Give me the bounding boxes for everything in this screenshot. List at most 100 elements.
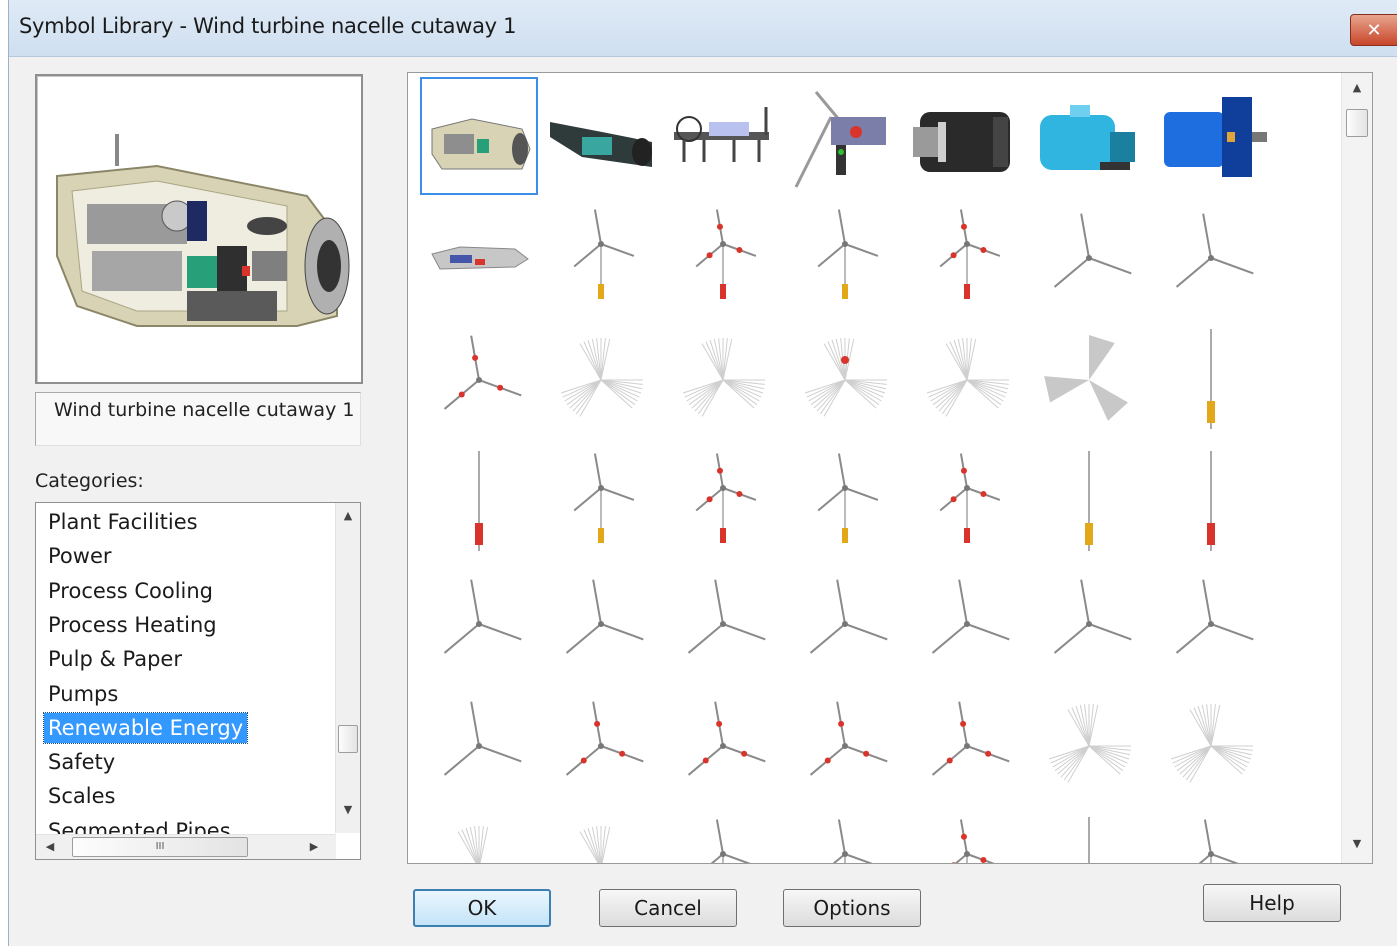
gallery-scroll-thumb[interactable] bbox=[1346, 109, 1368, 137]
symbol-cell[interactable] bbox=[908, 565, 1026, 683]
scroll-down-arrow-icon[interactable]: ▼ bbox=[338, 803, 358, 816]
wind-turbine-red-icon bbox=[939, 453, 1001, 543]
category-item[interactable]: Process Heating bbox=[44, 610, 221, 640]
ok-button[interactable]: OK bbox=[413, 889, 551, 927]
symbol-cell[interactable] bbox=[664, 565, 782, 683]
category-item[interactable]: Pulp & Paper bbox=[44, 644, 186, 674]
symbol-cell[interactable] bbox=[542, 321, 660, 439]
drivetrain-small-icon bbox=[431, 246, 529, 270]
tower-yellow-icon bbox=[1207, 329, 1215, 429]
categories-hscroll-thumb[interactable]: III bbox=[72, 837, 248, 857]
symbol-cell[interactable] bbox=[1152, 809, 1270, 863]
category-item[interactable]: Pumps bbox=[44, 679, 122, 709]
symbol-cell[interactable] bbox=[1030, 687, 1148, 805]
rotor-gray-icon bbox=[1053, 579, 1132, 654]
symbol-cell[interactable] bbox=[786, 199, 904, 317]
wind-turbine-gray-icon bbox=[710, 819, 751, 863]
symbol-cell[interactable] bbox=[664, 809, 782, 863]
symbol-cell[interactable] bbox=[1030, 77, 1148, 195]
symbol-cell[interactable] bbox=[420, 809, 538, 863]
symbol-cell[interactable] bbox=[786, 77, 904, 195]
categories-label: Categories: bbox=[35, 470, 144, 492]
rotor-spinning-icon bbox=[682, 338, 765, 417]
category-item[interactable]: Plant Facilities bbox=[44, 507, 202, 537]
symbol-cell[interactable] bbox=[908, 809, 1026, 863]
symbol-cell[interactable] bbox=[542, 687, 660, 805]
symbol-cell[interactable] bbox=[1030, 565, 1148, 683]
cancel-button[interactable]: Cancel bbox=[599, 889, 737, 927]
symbol-cell[interactable] bbox=[908, 77, 1026, 195]
symbol-cell[interactable] bbox=[1030, 321, 1148, 439]
scroll-up-arrow-icon[interactable]: ▲ bbox=[338, 509, 358, 522]
symbol-cell[interactable] bbox=[908, 687, 1026, 805]
rotor-red-icon bbox=[687, 701, 766, 776]
categories-horizontal-scrollbar[interactable]: ◀ III ▶ bbox=[36, 834, 336, 859]
symbol-cell[interactable] bbox=[1030, 443, 1148, 561]
gallery-scroll-up-icon[interactable]: ▲ bbox=[1347, 81, 1367, 94]
category-item[interactable]: Safety bbox=[44, 747, 119, 777]
symbol-cell[interactable] bbox=[542, 443, 660, 561]
scroll-right-arrow-icon[interactable]: ▶ bbox=[304, 840, 324, 853]
symbol-cell[interactable] bbox=[1152, 565, 1270, 683]
rotor-red-icon bbox=[931, 701, 1010, 776]
symbol-cell[interactable] bbox=[542, 77, 660, 195]
category-item[interactable]: Scales bbox=[44, 781, 119, 811]
drivetrain-frame-icon bbox=[674, 107, 769, 162]
symbol-cell[interactable] bbox=[420, 77, 538, 195]
rotor-red-icon bbox=[809, 701, 888, 776]
categories-vertical-scrollbar[interactable]: ▲ ▼ bbox=[335, 503, 360, 833]
symbol-cell[interactable] bbox=[664, 199, 782, 317]
symbol-cell[interactable] bbox=[664, 443, 782, 561]
nacelle-cutaway-icon bbox=[56, 134, 350, 327]
rotor-spinning-red-icon bbox=[804, 338, 887, 417]
rotor-gray-icon bbox=[443, 579, 522, 654]
categories-list[interactable]: Plant Facilities Power Process Cooling Proc… bbox=[35, 502, 361, 860]
symbol-cell[interactable] bbox=[786, 687, 904, 805]
close-icon: ✕ bbox=[1366, 19, 1382, 41]
symbol-cell[interactable] bbox=[786, 321, 904, 439]
symbol-cell[interactable] bbox=[542, 199, 660, 317]
symbol-cell[interactable] bbox=[908, 321, 1026, 439]
symbol-cell[interactable] bbox=[1030, 809, 1148, 863]
symbol-cell[interactable] bbox=[1030, 199, 1148, 317]
help-button[interactable]: Help bbox=[1203, 884, 1341, 922]
rotor-solid-blades-icon bbox=[1044, 335, 1128, 421]
category-item[interactable]: Process Cooling bbox=[44, 576, 217, 606]
rotor-gray-icon bbox=[1053, 213, 1132, 288]
symbol-cell[interactable] bbox=[1152, 321, 1270, 439]
symbol-cell[interactable] bbox=[420, 565, 538, 683]
category-item[interactable]: Power bbox=[44, 541, 116, 571]
category-item[interactable]: Renewable Energy bbox=[42, 711, 249, 744]
symbol-cell[interactable] bbox=[420, 687, 538, 805]
symbol-preview bbox=[35, 74, 363, 384]
motor-blue-icon bbox=[1164, 97, 1267, 177]
rotor-spinning-icon bbox=[926, 338, 1009, 417]
symbol-cell[interactable] bbox=[786, 443, 904, 561]
symbol-cell[interactable] bbox=[1152, 199, 1270, 317]
symbol-cell[interactable] bbox=[786, 809, 904, 863]
symbol-cell[interactable] bbox=[786, 565, 904, 683]
symbol-cell[interactable] bbox=[420, 321, 538, 439]
symbol-cell[interactable] bbox=[420, 443, 538, 561]
scroll-left-arrow-icon[interactable]: ◀ bbox=[40, 840, 60, 853]
categories-scroll-thumb[interactable] bbox=[338, 725, 358, 753]
symbol-cell[interactable] bbox=[908, 443, 1026, 561]
symbol-cell[interactable] bbox=[664, 687, 782, 805]
symbol-cell[interactable] bbox=[664, 77, 782, 195]
title-bar[interactable]: Symbol Library - Wind turbine nacelle cu… bbox=[9, 0, 1397, 57]
symbol-cell[interactable] bbox=[542, 809, 660, 863]
gallery-scroll-down-icon[interactable]: ▼ bbox=[1347, 837, 1367, 850]
symbol-gallery[interactable]: ▲ ▼ bbox=[407, 72, 1373, 864]
symbol-cell[interactable] bbox=[1152, 77, 1270, 195]
symbol-cell[interactable] bbox=[1152, 443, 1270, 561]
symbol-cell[interactable] bbox=[420, 199, 538, 317]
close-button[interactable]: ✕ bbox=[1350, 14, 1397, 46]
symbol-cell[interactable] bbox=[542, 565, 660, 683]
options-button[interactable]: Options bbox=[783, 889, 921, 927]
symbol-cell[interactable] bbox=[664, 321, 782, 439]
wind-turbine-yellow-icon bbox=[573, 209, 635, 299]
symbol-cell[interactable] bbox=[908, 199, 1026, 317]
nacelle-teal-icon bbox=[550, 122, 652, 167]
gallery-vertical-scrollbar[interactable]: ▲ ▼ bbox=[1341, 73, 1372, 863]
symbol-cell[interactable] bbox=[1152, 687, 1270, 805]
